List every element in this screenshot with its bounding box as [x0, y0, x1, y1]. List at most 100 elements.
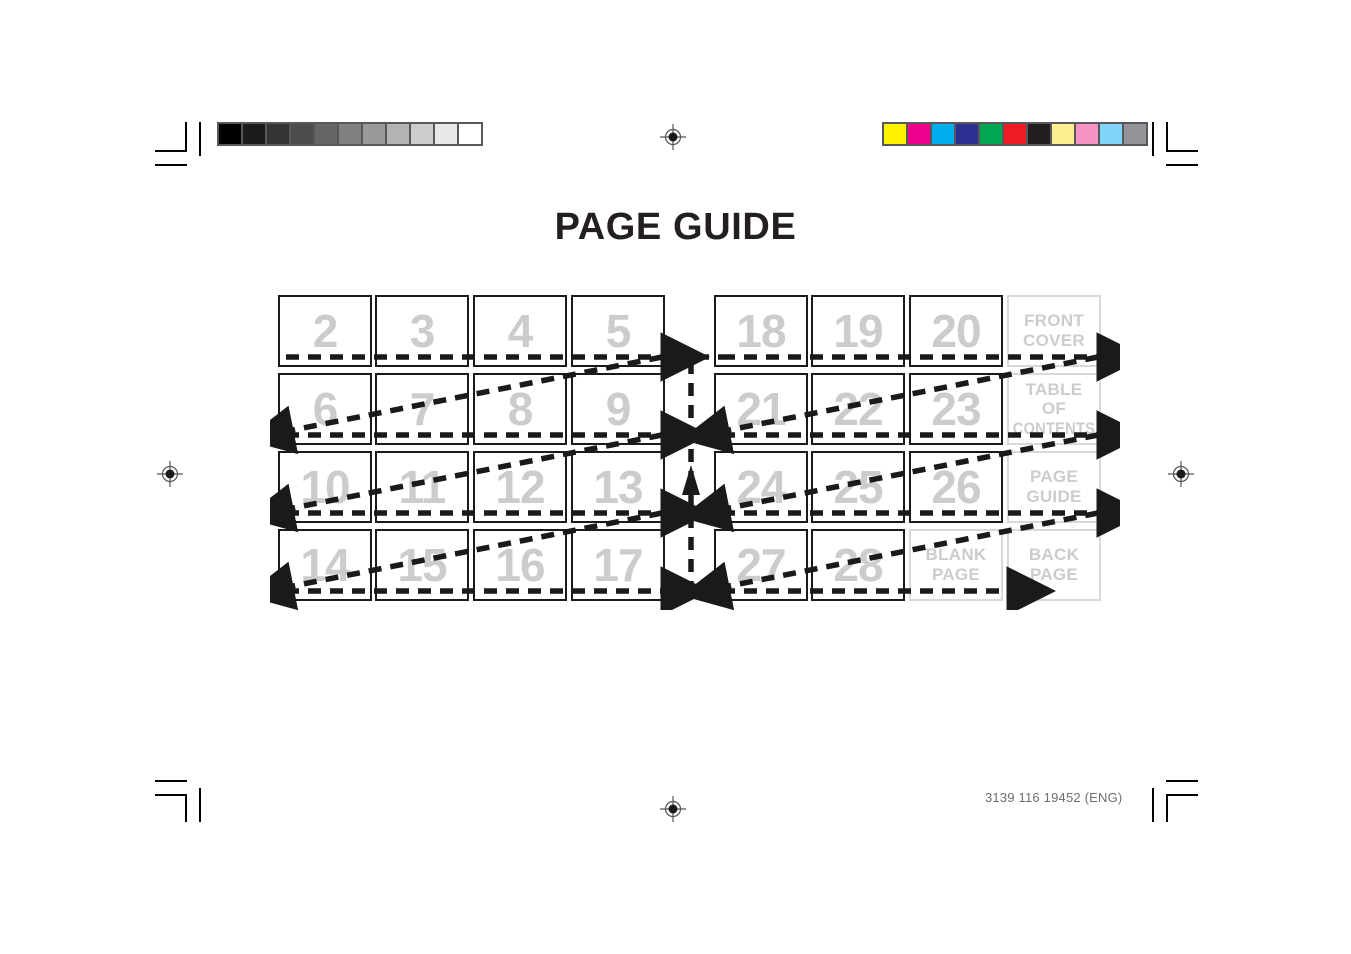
- page-cell-21[interactable]: 21: [714, 373, 808, 445]
- page-cell-27[interactable]: 27: [714, 529, 808, 601]
- page-number-label: 6: [312, 383, 339, 435]
- page-row: 14 15 16 17: [278, 529, 672, 601]
- page-cell-12[interactable]: 12: [473, 451, 567, 523]
- crop-mark-top-right: [1146, 122, 1198, 172]
- page-cell-24[interactable]: 24: [714, 451, 808, 523]
- page-grid-right: 18 19 20 FRONT COVER 21 22 23 TABLE OF CONTENTS 24 2…: [714, 295, 1110, 601]
- page-cell-23[interactable]: 23: [909, 373, 1003, 445]
- grayscale-swatch-3: [291, 124, 313, 144]
- page-cell-22[interactable]: 22: [811, 373, 905, 445]
- page-cell-7[interactable]: 7: [375, 373, 469, 445]
- color-swatch-9: [1100, 124, 1122, 144]
- grayscale-step-wedge: [217, 122, 483, 146]
- page-cell-16[interactable]: 16: [473, 529, 567, 601]
- grayscale-swatch-10: [459, 124, 481, 144]
- page-cell-25[interactable]: 25: [811, 451, 905, 523]
- page-cell-5[interactable]: 5: [571, 295, 665, 367]
- page-cell-15[interactable]: 15: [375, 529, 469, 601]
- page-row: 6 7 8 9: [278, 373, 672, 445]
- page-cell-4[interactable]: 4: [473, 295, 567, 367]
- grayscale-swatch-7: [387, 124, 409, 144]
- page-number-label: 17: [593, 539, 643, 591]
- page-number-label: 11: [398, 461, 447, 513]
- crop-mark-bottom-left: [155, 780, 205, 830]
- page-cell-13[interactable]: 13: [571, 451, 665, 523]
- page-cell-2[interactable]: 2: [278, 295, 372, 367]
- page-cell-26[interactable]: 26: [909, 451, 1003, 523]
- page-cell-20[interactable]: 20: [909, 295, 1003, 367]
- page-number-label: 7: [409, 383, 436, 435]
- page-cell-10[interactable]: 10: [278, 451, 372, 523]
- page-guide-diagram: 2 3 4 5 6 7 8 9 10 11 12 13 14 15 16 17 18 19 20 FRONT COVE…: [270, 295, 1120, 610]
- page-number-label: 9: [605, 383, 632, 435]
- page-cell-table-of-contents[interactable]: TABLE OF CONTENTS: [1007, 373, 1101, 445]
- page-number-label: 27: [736, 539, 786, 591]
- grayscale-swatch-2: [267, 124, 289, 144]
- footer-document-code: 3139 116 19452 (ENG): [985, 790, 1123, 805]
- page-role-line: PAGE: [1029, 565, 1079, 584]
- grayscale-swatch-9: [435, 124, 457, 144]
- page-number-label: 5: [605, 305, 632, 357]
- page-cell-8[interactable]: 8: [473, 373, 567, 445]
- page-cell-page-guide[interactable]: PAGE GUIDE: [1007, 451, 1101, 523]
- page-role-label: TABLE OF CONTENTS: [1009, 379, 1099, 439]
- crop-mark-top-left: [155, 122, 205, 172]
- grayscale-swatch-0: [219, 124, 241, 144]
- page-role-line: COVER: [1023, 331, 1085, 350]
- page-cell-9[interactable]: 9: [571, 373, 665, 445]
- color-swatch-7: [1052, 124, 1074, 144]
- page-number-label: 21: [736, 383, 786, 435]
- page-role-line: OF: [1041, 399, 1067, 419]
- page-number-label: 25: [833, 461, 883, 513]
- page-cell-blank-page[interactable]: BLANK PAGE: [909, 529, 1003, 601]
- page-cell-18[interactable]: 18: [714, 295, 808, 367]
- page-grid-left: 2 3 4 5 6 7 8 9 10 11 12 13 14 15 16 17: [278, 295, 672, 601]
- page-role-line: FRONT: [1023, 311, 1085, 331]
- color-swatch-4: [980, 124, 1002, 144]
- color-swatch-2: [932, 124, 954, 144]
- page-number-label: 8: [507, 383, 534, 435]
- page-role-label: BLANK PAGE: [926, 545, 987, 584]
- page-cell-front-cover[interactable]: FRONT COVER: [1007, 295, 1101, 367]
- crop-mark-bottom-right: [1146, 780, 1198, 830]
- page-role-line: GUIDE: [1026, 487, 1082, 506]
- color-swatch-6: [1028, 124, 1050, 144]
- grayscale-swatch-4: [315, 124, 337, 144]
- page-role-line: BLANK: [925, 545, 987, 565]
- page-cell-28[interactable]: 28: [811, 529, 905, 601]
- grayscale-swatch-8: [411, 124, 433, 144]
- process-color-bar: [882, 122, 1148, 146]
- page-role-line: TABLE: [1025, 379, 1083, 399]
- color-swatch-1: [908, 124, 930, 144]
- page-row: 18 19 20 FRONT COVER: [714, 295, 1110, 367]
- page-row: 24 25 26 PAGE GUIDE: [714, 451, 1110, 523]
- page-cell-back-page[interactable]: BACK PAGE: [1007, 529, 1101, 601]
- page-cell-17[interactable]: 17: [571, 529, 665, 601]
- grayscale-swatch-5: [339, 124, 361, 144]
- page-title: PAGE GUIDE: [554, 206, 797, 248]
- page-number-label: 24: [736, 461, 786, 513]
- color-swatch-0: [884, 124, 906, 144]
- page-role-label: BACK PAGE: [1029, 545, 1079, 584]
- registration-target-right: [1168, 461, 1194, 487]
- page-number-label: 22: [833, 383, 883, 435]
- page-cell-14[interactable]: 14: [278, 529, 372, 601]
- registration-target-bottom: [660, 796, 686, 822]
- color-swatch-8: [1076, 124, 1098, 144]
- page-row: 21 22 23 TABLE OF CONTENTS: [714, 373, 1110, 445]
- registration-target-left: [157, 461, 183, 487]
- page-cell-3[interactable]: 3: [375, 295, 469, 367]
- page-role-label: PAGE GUIDE: [1026, 467, 1081, 506]
- page-number-label: 13: [593, 461, 643, 513]
- page-cell-19[interactable]: 19: [811, 295, 905, 367]
- page-role-line: BACK: [1028, 545, 1080, 565]
- print-page: PAGE GUIDE 2 3 4 5 6 7 8 9 10 11 12 13 14 15 16 17 18 19…: [0, 0, 1351, 954]
- page-row: 27 28 BLANK PAGE BACK PAGE: [714, 529, 1110, 601]
- page-role-line: PAGE: [931, 565, 981, 584]
- page-number-label: 3: [409, 305, 436, 357]
- page-cell-11[interactable]: 11: [375, 451, 469, 523]
- grayscale-swatch-6: [363, 124, 385, 144]
- page-row: 2 3 4 5: [278, 295, 672, 367]
- page-cell-6[interactable]: 6: [278, 373, 372, 445]
- page-number-label: 26: [931, 461, 981, 513]
